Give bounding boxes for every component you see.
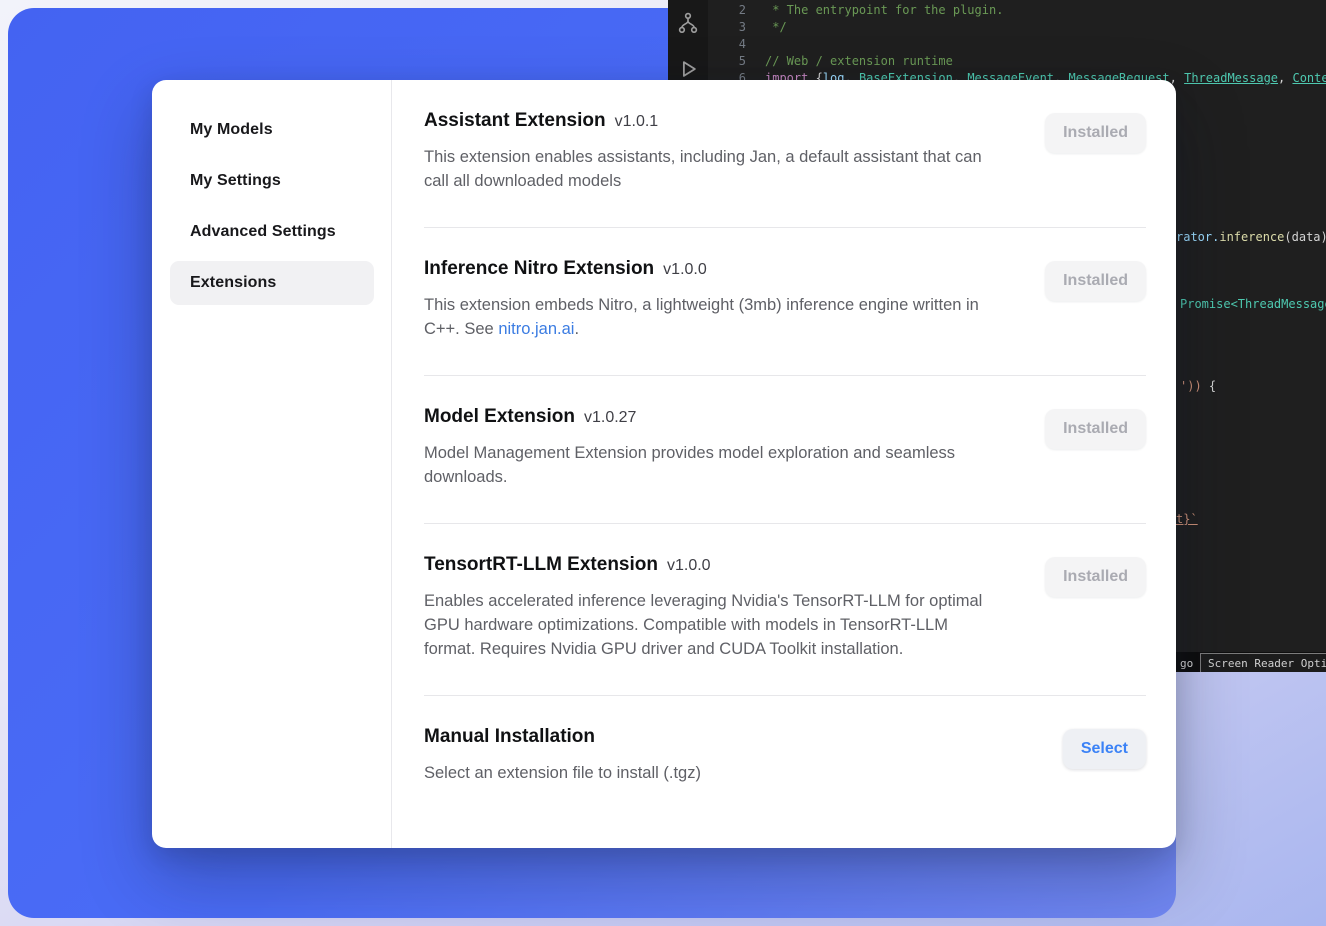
- extension-description: Model Management Extension provides mode…: [424, 441, 1002, 489]
- extensions-panel: Assistant Extension v1.0.1 This extension…: [392, 80, 1176, 848]
- settings-sidebar: My Models My Settings Advanced Settings …: [152, 80, 392, 848]
- screen-reader-notice[interactable]: Screen Reader Optimized: [1200, 653, 1326, 672]
- sidebar-item-extensions[interactable]: Extensions: [170, 261, 374, 305]
- extension-title-row: Assistant Extension v1.0.1: [424, 110, 1002, 132]
- line-numbers: 23456: [708, 2, 746, 87]
- installed-button-model[interactable]: Installed: [1045, 409, 1146, 449]
- extension-row-model: Model Extension v1.0.27 Model Management …: [424, 376, 1146, 523]
- code-lines: * The entrypoint for the plugin. */ // W…: [765, 2, 1326, 87]
- code-fragment-promise: Promise<ThreadMessage>: [1180, 296, 1326, 313]
- extension-title-row: Model Extension v1.0.27: [424, 406, 1002, 428]
- source-control-icon: [677, 12, 699, 34]
- nitro-jan-ai-link[interactable]: nitro.jan.ai: [498, 320, 574, 338]
- extension-description: This extension embeds Nitro, a lightweig…: [424, 293, 1002, 341]
- installed-button-nitro[interactable]: Installed: [1045, 261, 1146, 301]
- manual-installation-row: Manual Installation Select an extension …: [424, 696, 1146, 819]
- extension-description: Enables accelerated inference leveraging…: [424, 589, 1002, 661]
- extension-description: Select an extension file to install (.tg…: [424, 761, 1002, 785]
- extension-title: Inference Nitro Extension: [424, 258, 654, 279]
- extension-version: v1.0.0: [663, 261, 707, 278]
- extension-title-row: Inference Nitro Extension v1.0.0: [424, 258, 1002, 280]
- extension-version: v1.0.27: [584, 409, 636, 426]
- settings-modal: My Models My Settings Advanced Settings …: [152, 80, 1176, 848]
- extension-row-tensorrt: TensortRT-LLM Extension v1.0.0 Enables ac…: [424, 524, 1146, 695]
- installed-button-tensorrt[interactable]: Installed: [1045, 557, 1146, 597]
- extension-version: v1.0.0: [667, 557, 711, 574]
- code-fragment-inference: rator.inference(data));: [1176, 229, 1326, 246]
- installed-button-assistant[interactable]: Installed: [1045, 113, 1146, 153]
- sidebar-item-advanced-settings[interactable]: Advanced Settings: [170, 210, 374, 254]
- extension-title: Manual Installation: [424, 726, 595, 747]
- select-file-button[interactable]: Select: [1063, 729, 1146, 769]
- sidebar-item-my-settings[interactable]: My Settings: [170, 159, 374, 203]
- extension-description: This extension enables assistants, inclu…: [424, 145, 1002, 193]
- sidebar-item-my-models[interactable]: My Models: [170, 108, 374, 152]
- extension-row-nitro: Inference Nitro Extension v1.0.0 This ext…: [424, 228, 1146, 375]
- extension-row-assistant: Assistant Extension v1.0.1 This extension…: [424, 80, 1146, 227]
- code-fragment-template: t}`: [1176, 511, 1198, 528]
- extension-title-row: TensortRT-LLM Extension v1.0.0: [424, 554, 1002, 576]
- extension-version: v1.0.1: [615, 113, 659, 130]
- extension-title: Assistant Extension: [424, 110, 606, 131]
- extension-title-row: Manual Installation: [424, 726, 1002, 748]
- code-fragment-brace: ')) {: [1180, 378, 1216, 395]
- extension-title: TensortRT-LLM Extension: [424, 554, 658, 575]
- extension-title: Model Extension: [424, 406, 575, 427]
- run-debug-icon: [677, 58, 699, 80]
- status-text: go: [1180, 655, 1193, 672]
